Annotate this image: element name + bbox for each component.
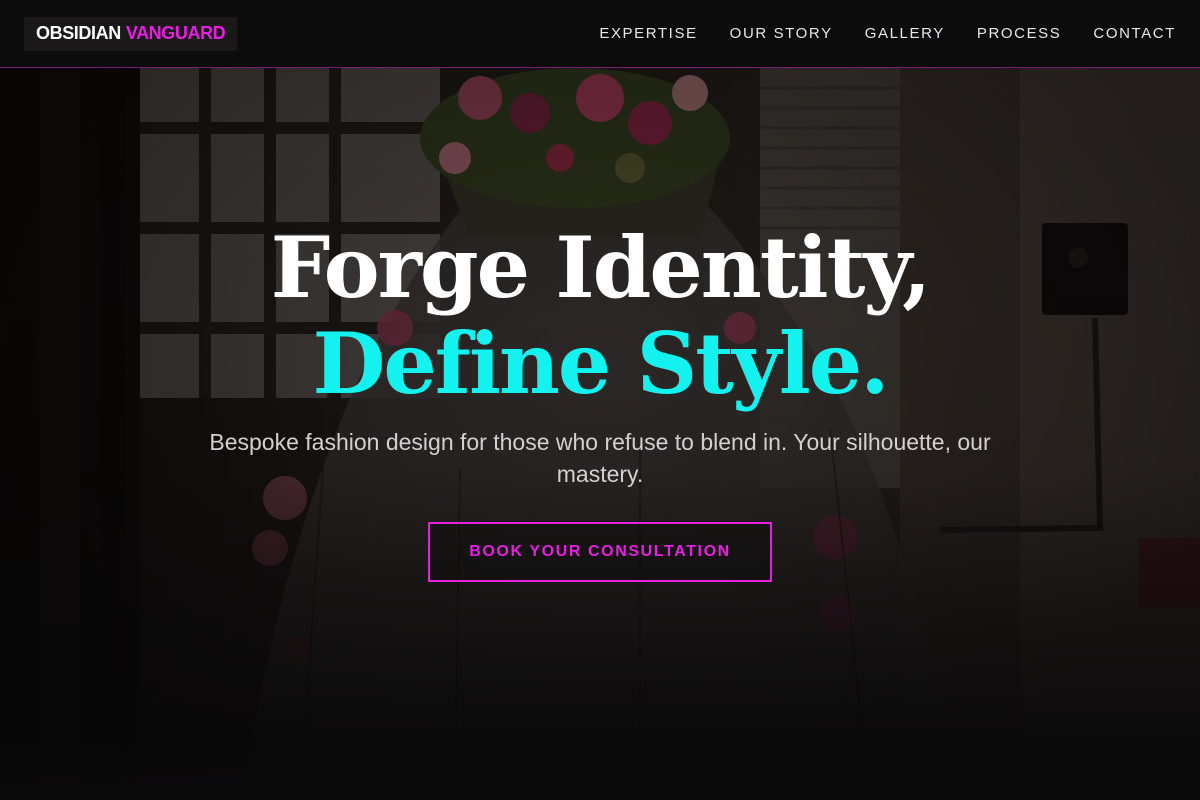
main-nav: EXPERTISE OUR STORY GALLERY PROCESS CONT… xyxy=(599,25,1176,42)
hero-subtitle: Bespoke fashion design for those who ref… xyxy=(209,429,991,487)
nav-link-process[interactable]: PROCESS xyxy=(977,25,1062,42)
book-consultation-button[interactable]: BOOK YOUR CONSULTATION xyxy=(428,522,772,582)
nav-link-expertise[interactable]: EXPERTISE xyxy=(599,25,697,42)
nav-link-our-story[interactable]: OUR STORY xyxy=(730,25,833,42)
hero-headline-line2: Define Style. xyxy=(312,314,890,413)
logo-primary-text: OBSIDIAN xyxy=(36,23,121,43)
nav-link-contact[interactable]: CONTACT xyxy=(1093,25,1176,42)
page: OBSIDIAN VANGUARD EXPERTISE OUR STORY GA… xyxy=(0,0,1200,800)
nav-link-gallery[interactable]: GALLERY xyxy=(865,25,945,42)
logo-accent-text: VANGUARD xyxy=(125,23,226,43)
hero-section: Forge Identity, Define Style. Bespoke fa… xyxy=(0,68,1200,800)
navbar: OBSIDIAN VANGUARD EXPERTISE OUR STORY GA… xyxy=(0,0,1200,68)
brand-logo[interactable]: OBSIDIAN VANGUARD xyxy=(24,16,238,51)
hero-headline-line1: Forge Identity, xyxy=(270,218,932,317)
